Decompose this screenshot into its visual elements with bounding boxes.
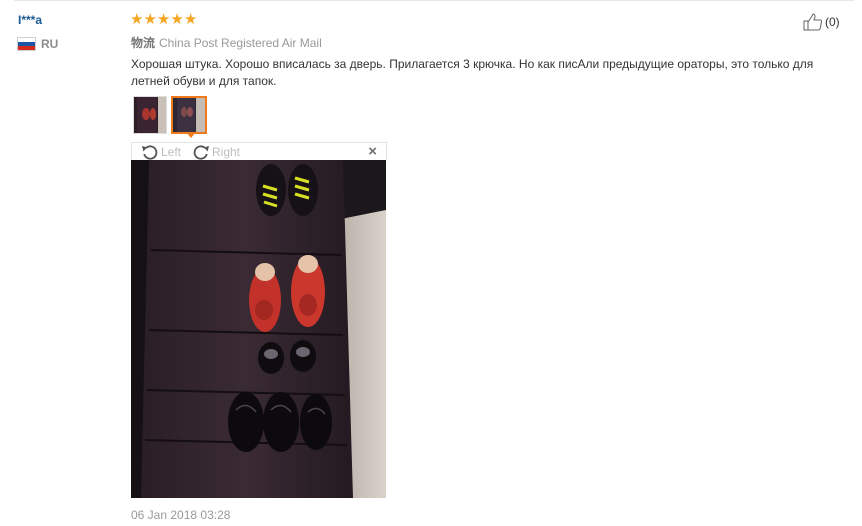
photo-thumbnails xyxy=(133,96,211,134)
rotate-right-icon xyxy=(193,144,209,160)
logistics-info: 物流 China Post Registered Air Mail xyxy=(131,34,322,51)
review-date: 06 Jan 2018 03:28 xyxy=(131,508,231,522)
star-icon: ★ xyxy=(170,11,184,28)
rotate-right-button[interactable]: Right xyxy=(191,143,240,160)
reviewer-country: RU xyxy=(18,37,58,51)
star-icon: ★ xyxy=(183,11,198,28)
photo-thumb-image xyxy=(134,97,166,133)
review-text: Хорошая штука. Хорошо вписалась за дверь… xyxy=(131,57,814,88)
star-icon: ★ xyxy=(143,11,157,28)
star-icon: ★ xyxy=(130,11,144,28)
rotate-left-button[interactable]: Left xyxy=(140,143,181,160)
russia-flag-icon xyxy=(18,38,35,50)
rotate-right-label: Right xyxy=(212,144,241,159)
close-icon[interactable]: × xyxy=(368,142,377,161)
helpful-count: (0) xyxy=(825,15,840,29)
active-thumb-arrow xyxy=(186,132,196,138)
country-code: RU xyxy=(41,37,59,51)
rotate-left-icon xyxy=(142,144,158,160)
rotate-left-label: Left xyxy=(161,144,182,159)
reviewer-name[interactable]: I***a xyxy=(18,13,42,27)
helpful-button[interactable]: (0) xyxy=(803,13,840,31)
photo-viewer-toolbar: Left Right × xyxy=(131,142,387,161)
photo-thumb-1[interactable] xyxy=(133,96,167,134)
thumbs-up-icon xyxy=(803,13,823,31)
photo-thumb-2[interactable] xyxy=(171,96,207,134)
review-photo xyxy=(131,160,386,498)
shoe-organizer-photo xyxy=(131,160,386,498)
logistics-value: China Post Registered Air Mail xyxy=(159,36,322,50)
star-rating: ★ ★ ★ ★ ★ xyxy=(130,12,197,28)
logistics-label: 物流 xyxy=(131,36,156,50)
divider xyxy=(14,0,854,1)
star-icon: ★ xyxy=(156,11,171,28)
photo-thumb-image xyxy=(173,98,205,132)
